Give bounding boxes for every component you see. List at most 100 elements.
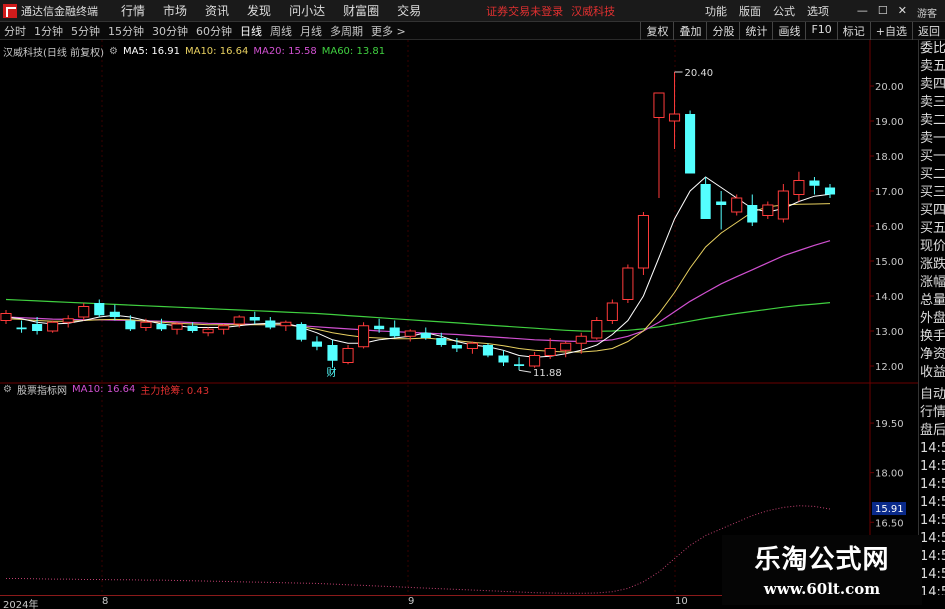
ma60-label: MA60: 13.81	[321, 46, 386, 57]
menu-market[interactable]: 市场	[154, 2, 196, 19]
sub-tick-label: 18.00	[875, 469, 904, 480]
candle-body-down	[125, 320, 136, 330]
candle-body-down	[389, 327, 400, 337]
menu-news[interactable]: 资讯	[196, 2, 238, 19]
maximize-icon[interactable]: ☐	[878, 4, 888, 17]
tool-mark[interactable]: 标记	[836, 22, 870, 40]
financial-report-marker: 财	[326, 366, 336, 379]
candle-body-down	[824, 187, 836, 195]
tool-overlay[interactable]: 叠加	[673, 22, 706, 40]
tick-time-label: 14:50	[920, 477, 945, 492]
tick-time-label: 盘后	[920, 423, 945, 438]
quote-field-label: 总量	[920, 293, 945, 308]
candle-body-down	[374, 325, 385, 330]
period-daily[interactable]: 日线	[236, 23, 266, 39]
quote-field-label: 现价	[920, 239, 945, 254]
candle-body-up	[529, 355, 541, 367]
menu-options[interactable]: 选项	[801, 3, 835, 19]
candle-body-up	[466, 342, 478, 349]
chart-toolbar: 复权 叠加 分股 统计 画线 F10 标记 +自选 返回	[640, 22, 945, 40]
menu-trade[interactable]: 交易	[388, 2, 430, 19]
menu-formula[interactable]: 公式	[767, 3, 801, 19]
watermark-url: www.60lt.com	[763, 580, 881, 598]
close-icon[interactable]: ✕	[898, 4, 907, 17]
title-bar: 通达信金融终端 行情 市场 资讯 发现 问小达 财富圈 交易 证券交易未登录 汉…	[0, 0, 945, 22]
quote-field-label: 卖一	[920, 131, 945, 146]
sub-settings-gear-icon[interactable]: ⚙	[3, 384, 12, 395]
candle-body-up	[202, 328, 214, 334]
ma10-line	[5, 203, 831, 353]
candle-body-up	[560, 342, 572, 351]
menu-function[interactable]: 功能	[699, 3, 733, 19]
chart-area[interactable]: 20.00 19.00 18.00 17.00 16.00 15.00 14.00 13.00…	[0, 40, 918, 595]
menu-wealth[interactable]: 财富圈	[334, 2, 388, 19]
period-5min[interactable]: 5分钟	[67, 23, 104, 39]
candle-body-up	[47, 321, 59, 332]
tick-time-label: 14:50	[920, 495, 945, 510]
candle-body-down	[32, 324, 43, 331]
price-tick-label: 20.00	[875, 82, 904, 93]
watermark: 乐淘公式网 www.60lt.com	[722, 535, 922, 605]
period-weekly[interactable]: 周线	[266, 23, 296, 39]
candle-body-up	[668, 113, 681, 122]
date-label: 2024年	[3, 600, 39, 609]
period-multi[interactable]: 多周期	[326, 23, 367, 39]
trade-login-warning[interactable]: 证券交易未登录	[486, 3, 563, 19]
period-monthly[interactable]: 月线	[296, 23, 326, 39]
app-title: 通达信金融终端	[21, 4, 98, 18]
candle-body-down	[716, 201, 727, 205]
candle-body-up	[731, 197, 743, 213]
current-sub-value-label: 15.91	[875, 504, 904, 515]
tool-adjust[interactable]: 复权	[640, 22, 673, 40]
quote-field-label: 净资	[920, 347, 945, 362]
grid-layer	[0, 40, 918, 595]
tool-stats[interactable]: 统计	[739, 22, 772, 40]
period-1min[interactable]: 1分钟	[30, 23, 67, 39]
candle-body-up	[280, 321, 292, 327]
quote-field-label: 卖二	[920, 113, 945, 128]
tick-time-label: 14:50	[920, 441, 945, 456]
tick-time-label: 14:50	[920, 567, 945, 582]
ma5-label: MA5: 16.91	[122, 46, 180, 57]
tool-add-watchlist[interactable]: +自选	[869, 22, 912, 40]
ma20-label: MA20: 15.58	[253, 46, 317, 57]
ma10-label: MA10: 16.64	[184, 46, 249, 57]
tool-f10[interactable]: F10	[805, 22, 836, 40]
tick-time-label: 行情	[920, 405, 945, 420]
minimize-icon[interactable]: —	[857, 4, 868, 17]
kline-chart[interactable]: 20.00 19.00 18.00 17.00 16.00 15.00 14.00 13.00…	[0, 40, 918, 595]
watermark-title: 乐淘公式网	[754, 545, 890, 575]
period-60min[interactable]: 60分钟	[192, 23, 236, 39]
settings-gear-icon[interactable]: ⚙	[109, 46, 118, 57]
guest-label[interactable]: 游客	[917, 5, 937, 20]
period-more[interactable]: 更多 >	[367, 23, 410, 39]
quote-field-label: 卖五	[920, 59, 945, 74]
candle-body-down	[685, 114, 696, 174]
menu-discover[interactable]: 发现	[238, 2, 280, 19]
candle-body-down	[514, 364, 525, 366]
tool-draw[interactable]: 画线	[772, 22, 805, 40]
stock-title[interactable]: 汉威科技(日线 前复权)	[3, 44, 104, 59]
tool-back[interactable]: 返回	[912, 22, 945, 40]
period-30min[interactable]: 30分钟	[148, 23, 192, 39]
app-logo-icon	[3, 3, 17, 18]
candle-body-up	[606, 302, 618, 321]
menu-ask[interactable]: 问小达	[280, 2, 334, 19]
sub-tick-label: 16.50	[875, 518, 904, 529]
price-tick-label: 12.00	[875, 362, 904, 373]
price-tick-label: 19.00	[875, 117, 904, 128]
candle-layer	[0, 72, 836, 371]
period-timeshare[interactable]: 分时	[0, 23, 30, 39]
menu-quotes[interactable]: 行情	[112, 2, 154, 19]
date-label: 9	[408, 596, 415, 607]
tick-time-label: 自动	[920, 387, 945, 402]
period-15min[interactable]: 15分钟	[104, 23, 148, 39]
candle-body-up	[653, 92, 665, 118]
tick-time-label: 14:50	[920, 459, 945, 474]
menu-layout[interactable]: 版面	[733, 3, 767, 19]
candle-body-up	[78, 306, 90, 318]
candle-body-down	[327, 345, 338, 361]
tool-split[interactable]: 分股	[706, 22, 739, 40]
candle-body-down	[482, 345, 494, 356]
sub-indicator-name[interactable]: 股票指标网	[17, 382, 67, 397]
